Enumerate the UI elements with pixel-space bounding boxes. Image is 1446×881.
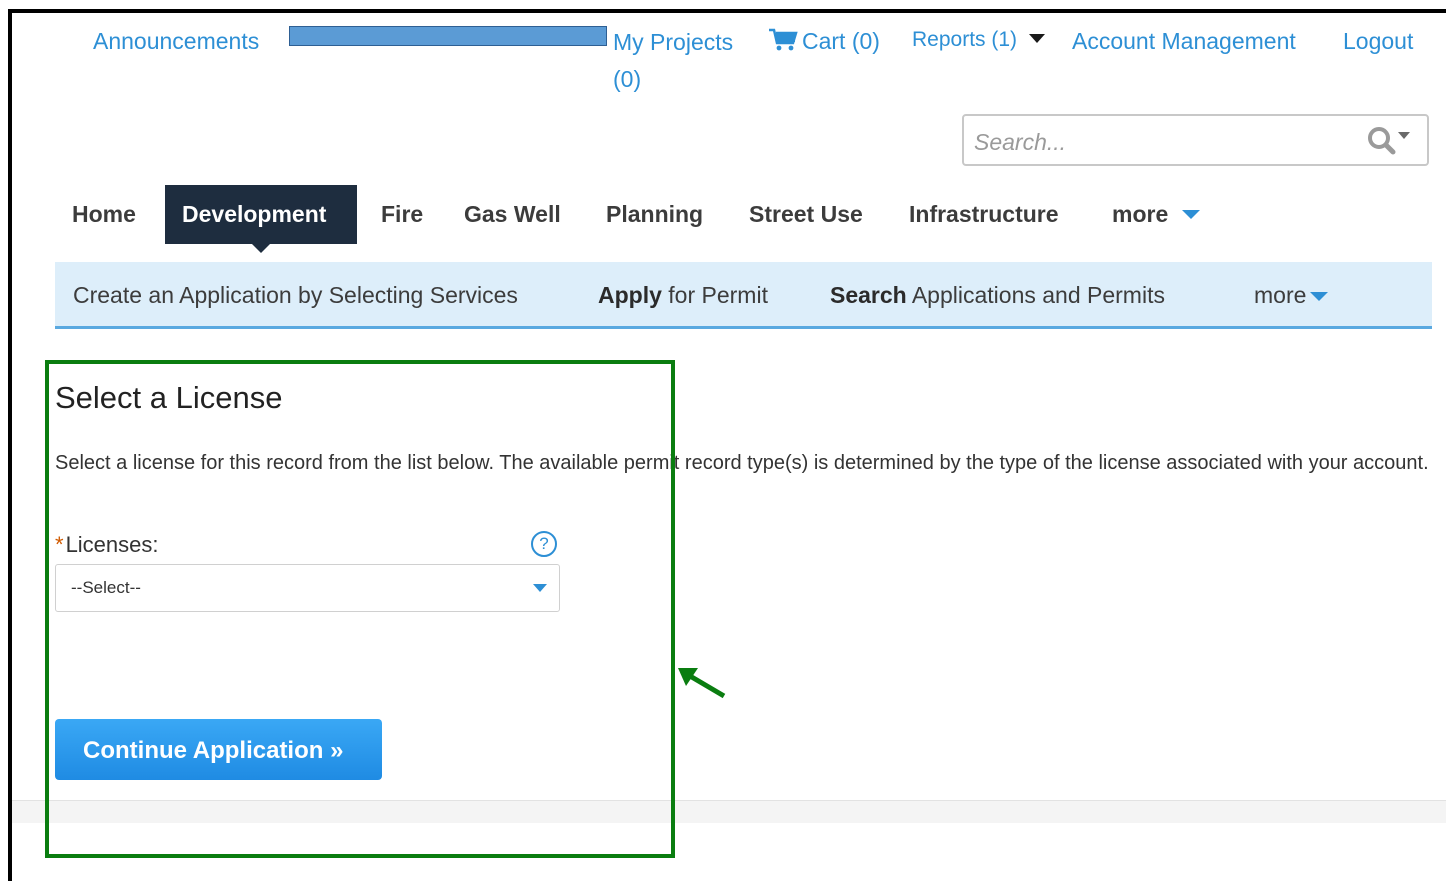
subnav-more[interactable]: more bbox=[1254, 282, 1329, 309]
arrow-annotation-icon bbox=[672, 660, 732, 706]
logout-link[interactable]: Logout bbox=[1343, 28, 1413, 55]
highlight-box bbox=[45, 360, 675, 858]
subnav-apply-bold: Apply bbox=[598, 282, 662, 308]
subnav-create-application[interactable]: Create an Application by Selecting Servi… bbox=[73, 282, 518, 309]
nav-street-use[interactable]: Street Use bbox=[732, 185, 880, 244]
announcements-link[interactable]: Announcements bbox=[93, 28, 259, 55]
cart-link[interactable]: Cart (0) bbox=[768, 28, 880, 58]
search-icon[interactable] bbox=[1365, 124, 1410, 158]
global-search-box bbox=[962, 114, 1429, 166]
reports-menu[interactable]: Reports (1) bbox=[912, 28, 1045, 52]
redacted-block bbox=[289, 26, 607, 46]
subnav-apply-rest: for Permit bbox=[661, 282, 768, 308]
nav-fire[interactable]: Fire bbox=[364, 185, 440, 244]
cart-label: Cart (0) bbox=[802, 28, 880, 54]
frame-border-top bbox=[8, 9, 1446, 13]
my-projects-count[interactable]: (0) bbox=[613, 66, 641, 93]
subnav-apply-for-permit[interactable]: Apply for Permit bbox=[598, 282, 768, 309]
nav-development[interactable]: Development bbox=[165, 185, 357, 253]
chevron-down-icon bbox=[1310, 292, 1329, 301]
dropdown-caret-icon bbox=[1028, 34, 1045, 43]
nav-home[interactable]: Home bbox=[55, 185, 153, 244]
frame-border-left bbox=[8, 9, 12, 881]
subnav-search-bold: Search bbox=[830, 282, 907, 308]
search-input[interactable] bbox=[972, 124, 1356, 160]
nav-more[interactable]: more bbox=[1095, 185, 1217, 244]
nav-more-label: more bbox=[1112, 201, 1169, 227]
subnav-search-applications[interactable]: Search Applications and Permits bbox=[830, 282, 1165, 309]
nav-planning[interactable]: Planning bbox=[589, 185, 720, 244]
subnav-more-label: more bbox=[1254, 282, 1307, 308]
account-management-link[interactable]: Account Management bbox=[1072, 28, 1296, 55]
nav-gas-well[interactable]: Gas Well bbox=[447, 185, 578, 244]
cart-icon bbox=[768, 28, 798, 58]
reports-label: Reports (1) bbox=[912, 28, 1018, 51]
subnav-search-rest: Applications and Permits bbox=[906, 282, 1165, 308]
chevron-down-icon bbox=[1182, 210, 1201, 219]
nav-infrastructure[interactable]: Infrastructure bbox=[892, 185, 1076, 244]
my-projects-link[interactable]: My Projects bbox=[613, 29, 733, 56]
